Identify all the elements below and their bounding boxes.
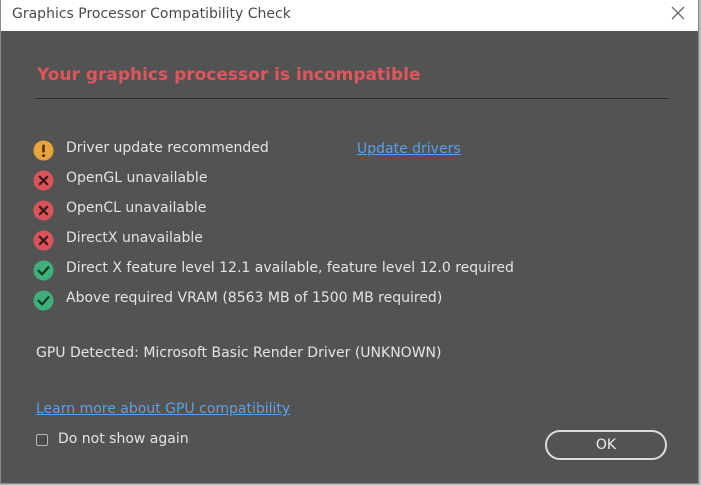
warning-icon [33, 140, 54, 161]
dialog-body: Your graphics processor is incompatible … [1, 31, 698, 484]
check-icon [33, 290, 54, 311]
compatibility-dialog: Graphics Processor Compatibility Check Y… [0, 0, 699, 484]
dialog-heading: Your graphics processor is incompatible [37, 65, 421, 85]
update-drivers-link[interactable]: Update drivers [357, 141, 461, 157]
error-icon [33, 230, 54, 251]
error-icon [33, 200, 54, 221]
check-label: Driver update recommended [66, 140, 269, 156]
check-row-driver: Driver update recommended Update drivers [33, 138, 673, 168]
check-row-feature-level: Direct X feature level 12.1 available, f… [33, 258, 673, 288]
do-not-show-again-label[interactable]: Do not show again [58, 431, 189, 447]
check-label: OpenCL unavailable [66, 200, 207, 216]
check-row-directx: DirectX unavailable [33, 228, 673, 258]
learn-more-link[interactable]: Learn more about GPU compatibility [36, 401, 290, 417]
check-label: Direct X feature level 12.1 available, f… [66, 260, 514, 276]
check-row-opencl: OpenCL unavailable [33, 198, 673, 228]
error-icon [33, 170, 54, 191]
gpu-detected-text: GPU Detected: Microsoft Basic Render Dri… [36, 345, 442, 361]
ok-button[interactable]: OK [545, 430, 667, 460]
window-title: Graphics Processor Compatibility Check [12, 6, 291, 22]
close-button[interactable] [664, 0, 692, 28]
check-label: DirectX unavailable [66, 230, 203, 246]
check-row-opengl: OpenGL unavailable [33, 168, 673, 198]
check-label: OpenGL unavailable [66, 170, 208, 186]
close-icon [671, 6, 685, 20]
title-bar: Graphics Processor Compatibility Check [1, 0, 698, 31]
do-not-show-again-checkbox[interactable] [36, 434, 48, 446]
check-row-vram: Above required VRAM (8563 MB of 1500 MB … [33, 288, 673, 318]
check-icon [33, 260, 54, 281]
compatibility-check-list: Driver update recommended Update drivers… [33, 138, 673, 318]
heading-divider [35, 98, 669, 99]
check-label: Above required VRAM (8563 MB of 1500 MB … [66, 290, 443, 306]
